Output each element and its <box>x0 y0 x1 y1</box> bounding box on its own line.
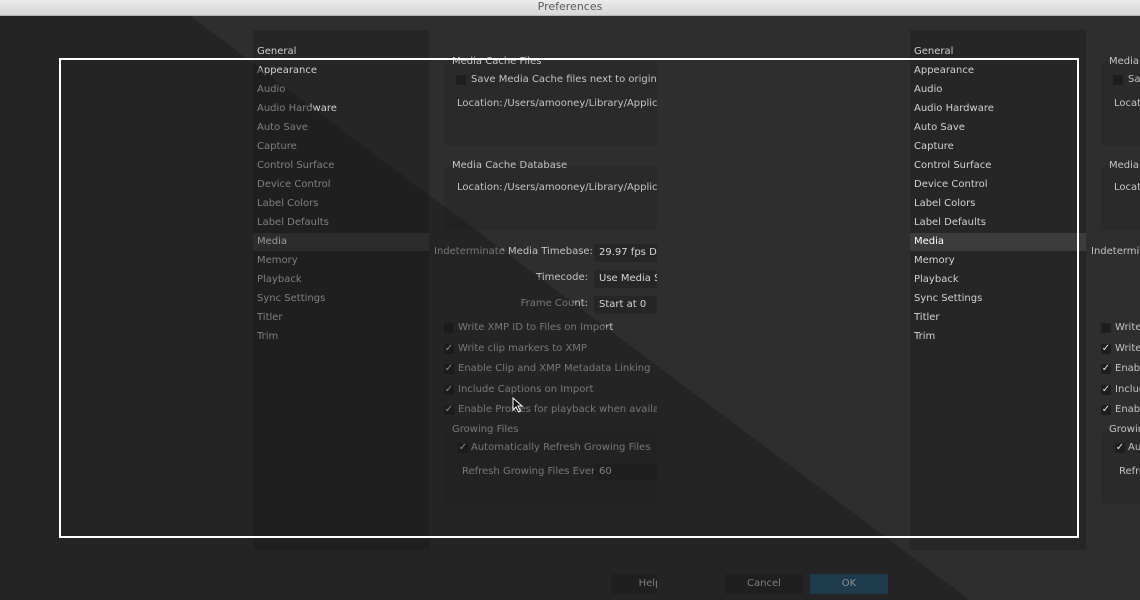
auto-refresh-checkbox[interactable]: ✓ <box>1115 443 1125 453</box>
timecode-label: Timecode: <box>536 272 588 283</box>
checkbox-4[interactable]: ✓ <box>1101 384 1111 395</box>
frame-count-dropdown-value: Start at 0 <box>599 299 647 310</box>
frame-count-label: Frame Count: <box>1091 298 1140 309</box>
category-item-device-control[interactable]: Device Control <box>253 176 429 194</box>
auto-refresh-checkbox[interactable]: ✓ <box>458 443 468 453</box>
save-next-to-originals-checkbox[interactable] <box>456 75 466 85</box>
checkbox-label-3: Enable Clip and XMP Metadata Linking <box>1115 363 1140 374</box>
category-item-audio-hardware[interactable]: Audio Hardware <box>910 100 1086 118</box>
media-settings-panel: Media Cache Files Save Media Cache files … <box>1091 32 1140 552</box>
checkbox-label-5: Enable Proxies for playback when availab… <box>458 404 678 415</box>
growing-files-heading: Growing Files <box>452 424 519 435</box>
category-item-device-control[interactable]: Device Control <box>910 176 1086 194</box>
checkbox-label-2: Write clip markers to XMP <box>1115 342 1140 354</box>
timecode-label: Timecode: <box>1091 272 1140 283</box>
preferences-stage: Preferences General Appearance Audio Audio … <box>0 0 1140 600</box>
media-cache-database-heading: Media Cache Database <box>452 160 568 171</box>
auto-refresh-label: Automatically Refresh Growing Files <box>471 442 651 453</box>
category-item-auto-save[interactable]: Auto Save <box>910 119 1086 137</box>
checkbox-1[interactable] <box>1101 323 1111 333</box>
category-item-auto-save[interactable]: Auto Save <box>253 119 429 137</box>
category-item-sync-settings[interactable]: Sync Settings <box>253 290 429 308</box>
cancel-button-copy[interactable]: Cancel <box>725 574 803 594</box>
window-titlebar: Preferences <box>0 0 1140 16</box>
cache-files-location-label: Location: <box>1114 98 1140 109</box>
category-item-control-surface[interactable]: Control Surface <box>910 157 1086 175</box>
checkbox-label-1: Write XMP ID to Files on Import <box>1115 322 1140 333</box>
save-next-to-originals-label: Save Media Cache files next to originals… <box>1128 74 1140 85</box>
refresh-every-label: Refresh Growing Files Every <box>462 466 602 477</box>
checkbox-3[interactable]: ✓ <box>444 364 454 374</box>
checkbox-1[interactable] <box>444 323 454 333</box>
window-title: Preferences <box>537 0 603 13</box>
category-item-appearance[interactable]: Appearance <box>253 62 429 80</box>
media-cache-files-heading: Media Cache Files <box>452 56 542 67</box>
category-list[interactable]: General Appearance Audio Audio Hardware Auto… <box>910 30 1086 550</box>
checkbox-3[interactable]: ✓ <box>1101 364 1111 374</box>
cache-db-location-label: Location: <box>1114 182 1140 193</box>
auto-refresh-label: Automatically Refresh Growing Files <box>1128 442 1140 453</box>
category-item-media[interactable]: Media <box>253 233 429 251</box>
category-item-memory[interactable]: Memory <box>253 252 429 270</box>
category-item-general[interactable]: General <box>253 43 429 61</box>
checkbox-label-2: Write clip markers to XMP <box>458 342 587 354</box>
checkbox-label-5: Enable Proxies for playback when availab… <box>1115 404 1140 415</box>
category-item-titler[interactable]: Titler <box>253 309 429 327</box>
category-item-label-defaults[interactable]: Label Defaults <box>910 214 1086 232</box>
category-item-label-colors[interactable]: Label Colors <box>910 195 1086 213</box>
timebase-label: Indeterminate Media Timebase: <box>434 246 593 257</box>
checkbox-label-3: Enable Clip and XMP Metadata Linking <box>458 363 651 374</box>
preferences-dialog-right-copy: General Appearance Audio Audio Hardware Auto… <box>657 16 1140 600</box>
category-item-control-surface[interactable]: Control Surface <box>253 157 429 175</box>
cache-files-location-label: Location: <box>457 98 503 109</box>
category-item-audio-hardware[interactable]: Audio Hardware <box>253 100 429 118</box>
cache-db-location-label: Location: <box>457 182 503 193</box>
checkbox-label-4: Include Captions on Import <box>458 383 594 395</box>
checkbox-label-4: Include Captions on Import <box>1115 383 1140 395</box>
category-item-trim[interactable]: Trim <box>910 328 1086 346</box>
category-item-audio[interactable]: Audio <box>253 81 429 99</box>
checkbox-4[interactable]: ✓ <box>444 384 454 395</box>
category-item-capture[interactable]: Capture <box>253 138 429 156</box>
mouse-cursor-icon <box>512 397 523 413</box>
category-item-capture[interactable]: Capture <box>910 138 1086 156</box>
category-item-appearance[interactable]: Appearance <box>910 62 1086 80</box>
checkbox-2[interactable]: ✓ <box>444 343 454 354</box>
checkbox-5[interactable]: ✓ <box>1101 405 1111 415</box>
refresh-every-label: Refresh Growing Files Every <box>1119 466 1140 477</box>
category-item-general[interactable]: General <box>910 43 1086 61</box>
checkbox-5[interactable]: ✓ <box>444 405 454 415</box>
checkbox-2[interactable]: ✓ <box>1101 343 1111 354</box>
category-item-label-defaults[interactable]: Label Defaults <box>253 214 429 232</box>
checkbox-label-1: Write XMP ID to Files on Import <box>458 322 614 333</box>
category-item-label-colors[interactable]: Label Colors <box>253 195 429 213</box>
media-cache-files-heading: Media Cache Files <box>1109 56 1140 67</box>
category-item-titler[interactable]: Titler <box>910 309 1086 327</box>
growing-files-heading: Growing Files <box>1109 424 1140 435</box>
category-item-memory[interactable]: Memory <box>910 252 1086 270</box>
media-cache-database-heading: Media Cache Database <box>1109 160 1140 171</box>
category-item-playback[interactable]: Playback <box>253 271 429 289</box>
category-item-trim[interactable]: Trim <box>253 328 429 346</box>
category-item-media[interactable]: Media <box>910 233 1086 251</box>
refresh-interval-input[interactable]: 60 <box>594 463 660 480</box>
category-list[interactable]: General Appearance Audio Audio Hardware Auto… <box>253 30 429 550</box>
category-item-sync-settings[interactable]: Sync Settings <box>910 290 1086 308</box>
frame-count-label: Frame Count: <box>520 298 588 309</box>
ok-button-copy[interactable]: OK <box>810 574 888 594</box>
category-item-audio[interactable]: Audio <box>910 81 1086 99</box>
timebase-label: Indeterminate Media Timebase: <box>1091 246 1140 257</box>
media-cache-database-group <box>1101 166 1140 230</box>
save-next-to-originals-checkbox[interactable] <box>1113 75 1123 85</box>
category-item-playback[interactable]: Playback <box>910 271 1086 289</box>
